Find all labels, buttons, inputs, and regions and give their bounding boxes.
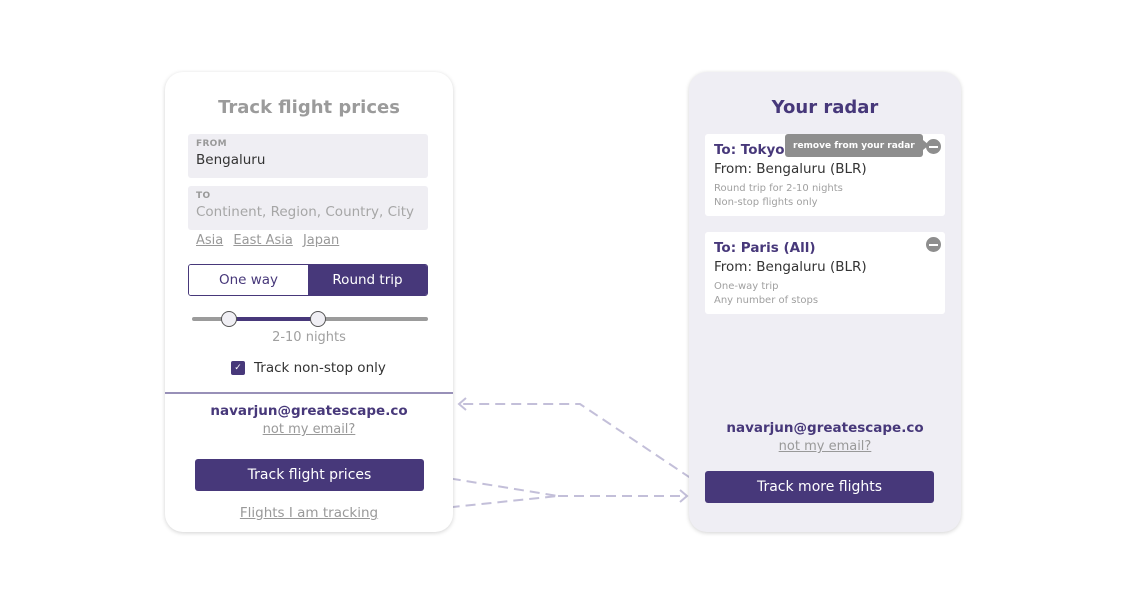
card-origin: From: Bengaluru (BLR) [714, 259, 867, 275]
card-trip-detail: One-way trip [714, 281, 779, 292]
to-label: TO [196, 191, 211, 201]
slider-range-fill [228, 317, 318, 321]
card-origin: From: Bengaluru (BLR) [714, 161, 867, 177]
radar-card: To: Tokyo (All) From: Bengaluru (BLR) Ro… [705, 134, 945, 216]
flights-tracking-link[interactable]: Flights I am tracking [240, 505, 378, 521]
nonstop-label: Track non-stop only [254, 360, 386, 376]
remove-circle-icon[interactable] [926, 237, 941, 252]
nonstop-checkbox[interactable]: ✓ [231, 361, 245, 375]
trip-type-toggle: One way Round trip [188, 264, 428, 296]
nonstop-option[interactable]: ✓ Track non-stop only [231, 360, 386, 376]
arrowhead-right-icon [679, 489, 689, 503]
radar-card: To: Paris (All) From: Bengaluru (BLR) On… [705, 232, 945, 314]
card-trip-detail: Round trip for 2-10 nights [714, 183, 843, 194]
user-email: navarjun@greatescape.co [210, 403, 408, 419]
suggestion-japan[interactable]: Japan [303, 233, 339, 248]
your-radar-panel: Your radar To: Tokyo (All) From: Bengalu… [689, 72, 961, 532]
panel-title: Track flight prices [218, 97, 400, 118]
suggestion-east-asia[interactable]: East Asia [233, 233, 292, 248]
check-icon: ✓ [234, 363, 242, 373]
to-field[interactable]: TO Continent, Region, Country, City [188, 186, 428, 230]
connector-back-to-form [460, 403, 705, 488]
card-destination: To: Paris (All) [714, 240, 816, 256]
one-way-button[interactable]: One way [189, 265, 308, 295]
connector-track-prices [434, 475, 559, 497]
not-my-email-link[interactable]: not my email? [779, 439, 872, 454]
not-my-email-link[interactable]: not my email? [263, 422, 356, 437]
from-label: FROM [196, 139, 227, 149]
arrowhead-left-icon [457, 397, 467, 411]
remove-circle-icon[interactable] [926, 139, 941, 154]
from-value[interactable]: Bengaluru [196, 152, 265, 168]
panel-title: Your radar [771, 97, 879, 118]
track-more-flights-button[interactable]: Track more flights [705, 471, 934, 503]
round-trip-button[interactable]: Round trip [308, 265, 427, 295]
slider-max-handle[interactable] [309, 311, 326, 327]
section-divider [165, 392, 453, 394]
nights-slider[interactable] [192, 311, 428, 327]
track-flight-prices-button[interactable]: Track flight prices [195, 459, 424, 491]
user-email: navarjun@greatescape.co [726, 420, 924, 436]
nights-label: 2-10 nights [272, 330, 346, 345]
from-field[interactable]: FROM Bengaluru [188, 134, 428, 178]
slider-min-handle[interactable] [220, 311, 237, 327]
suggestion-asia[interactable]: Asia [196, 233, 223, 248]
track-flight-prices-panel: Track flight prices FROM Bengaluru TO Co… [165, 72, 453, 532]
to-input[interactable]: Continent, Region, Country, City [196, 204, 414, 220]
destination-suggestions: Asia East Asia Japan [196, 233, 345, 248]
card-stops-detail: Non-stop flights only [714, 197, 818, 208]
remove-tooltip: remove from your radar [785, 134, 929, 157]
card-stops-detail: Any number of stops [714, 295, 819, 306]
